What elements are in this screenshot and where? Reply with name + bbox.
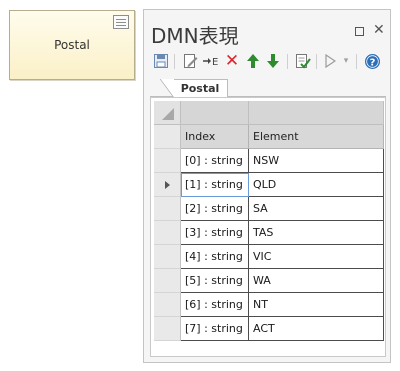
dropdown-icon[interactable]: ▾ xyxy=(337,52,355,70)
toolbar: E ✕ ▾ ? xyxy=(150,51,386,73)
tab-strip: Postal xyxy=(150,77,386,98)
move-up-icon[interactable] xyxy=(244,52,262,70)
maximize-icon[interactable] xyxy=(355,27,364,36)
grid-corner[interactable] xyxy=(154,101,181,125)
element-cell[interactable]: SA xyxy=(249,197,384,221)
element-cell[interactable]: QLD xyxy=(249,173,384,197)
help-icon[interactable]: ? xyxy=(363,52,381,70)
index-cell[interactable]: [7] : string xyxy=(181,317,249,341)
element-cell[interactable]: ACT xyxy=(249,317,384,341)
element-cell[interactable]: VIC xyxy=(249,245,384,269)
blank-cell xyxy=(181,101,249,125)
index-cell[interactable]: [4] : string xyxy=(181,245,249,269)
expression-grid: Index Element [0] : string NSW [1] : str… xyxy=(150,97,386,357)
move-down-icon[interactable] xyxy=(264,52,282,70)
delete-icon[interactable]: ✕ xyxy=(223,52,241,70)
index-cell[interactable]: [1] : string xyxy=(181,173,249,197)
save-icon[interactable] xyxy=(152,52,170,70)
index-cell[interactable]: [2] : string xyxy=(181,197,249,221)
index-cell[interactable]: [3] : string xyxy=(181,221,249,245)
svg-text:E: E xyxy=(212,57,218,68)
dmn-expression-window: DMN表現 ✕ E ✕ ▾ ? Postal Index Element [0]… xyxy=(143,9,391,363)
diagram-element-postal[interactable]: Postal xyxy=(9,10,135,80)
index-cell[interactable]: [0] : string xyxy=(181,149,249,173)
column-header-index[interactable]: Index xyxy=(181,125,249,149)
element-cell[interactable]: WA xyxy=(249,269,384,293)
element-cell[interactable]: NSW xyxy=(249,149,384,173)
row-header[interactable] xyxy=(154,317,181,341)
edit-icon[interactable] xyxy=(182,52,200,70)
row-header[interactable] xyxy=(154,221,181,245)
index-cell[interactable]: [5] : string xyxy=(181,269,249,293)
row-header[interactable] xyxy=(154,149,181,173)
current-row-icon xyxy=(165,181,170,189)
window-title: DMN表現 xyxy=(151,24,239,48)
element-cell[interactable]: TAS xyxy=(249,221,384,245)
validate-icon[interactable] xyxy=(294,52,312,70)
insert-icon[interactable]: E xyxy=(202,52,220,70)
row-header[interactable] xyxy=(154,293,181,317)
row-header[interactable] xyxy=(154,173,181,197)
tab-postal[interactable]: Postal xyxy=(160,79,228,98)
index-cell[interactable]: [6] : string xyxy=(181,293,249,317)
row-header[interactable] xyxy=(154,197,181,221)
close-icon[interactable]: ✕ xyxy=(373,23,385,37)
row-header[interactable] xyxy=(154,269,181,293)
svg-text:?: ? xyxy=(369,57,375,68)
row-header xyxy=(154,125,181,149)
element-cell[interactable]: NT xyxy=(249,293,384,317)
element-label: Postal xyxy=(54,38,90,52)
column-header-element[interactable]: Element xyxy=(249,125,384,149)
blank-cell xyxy=(249,101,384,125)
row-header[interactable] xyxy=(154,245,181,269)
collection-icon xyxy=(113,15,129,29)
